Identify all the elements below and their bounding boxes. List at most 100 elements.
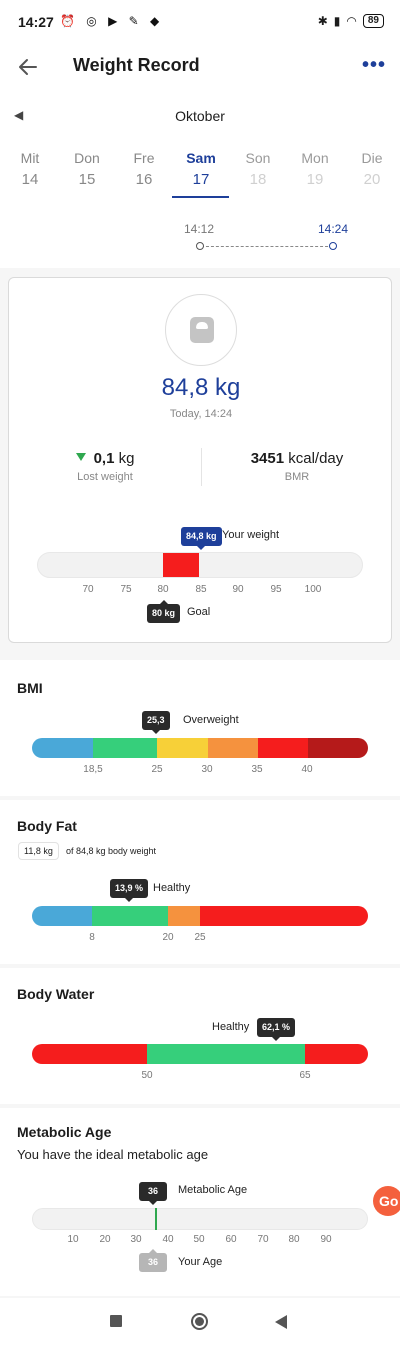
body-water-segment [305,1044,368,1064]
goal-tag: 80 kg [147,600,181,623]
day-name: Sam [186,150,216,166]
day-item-selected[interactable]: Sam 17 [171,150,231,188]
body-water-status: Healthy [212,1021,250,1033]
body-fat-tick-label: 25 [194,932,206,943]
body-fat-section: Body Fat 11,8 kg of 84,8 kg body weight … [0,800,400,964]
metabolic-age-tick-label: 70 [257,1234,269,1245]
measurement-time-selected[interactable]: 14:24 [318,222,348,236]
body-fat-scale-bar [32,906,368,926]
day-item[interactable]: Die 20 [342,150,400,188]
bmi-value-tag: 25,3 [142,711,170,734]
metabolic-age-track [32,1208,368,1230]
battery-icon: 89 [362,14,384,28]
weight-value: 84,8 kg [9,374,393,402]
body-water-value-tag: 62,1 % [257,1018,296,1041]
back-button[interactable] [14,54,44,80]
status-bar: 14:27 ⏰ ◎ ▶ ✎ ◆ ✱ ▮ ◠ 89 [0,0,400,44]
measurement-time[interactable]: 14:12 [184,222,214,236]
goal-label: Goal [187,606,211,618]
day-item[interactable]: Mon 19 [285,150,345,188]
body-water-value: 62,1 % [262,1022,291,1032]
day-item[interactable]: Son 18 [228,150,288,188]
app-badge-icon: Go [379,1193,399,1209]
signal-icon: ▮ [333,14,341,28]
weight-tick-label: 100 [304,584,322,595]
metabolic-age-tick-label: 60 [225,1234,237,1245]
tag-pointer [197,546,206,550]
bluetooth-icon: ✱ [317,14,328,28]
body-fat-status: Healthy [153,882,191,894]
day-item[interactable]: Mit 14 [0,150,60,188]
month-label: Oktober [175,108,225,124]
weight-tick-label: 75 [120,584,132,595]
weight-timestamp: Today, 14:24 [169,408,233,420]
weight-card: 84,8 kg Today, 14:24 0,1 kg Lost weight … [8,277,392,643]
back-nav-button[interactable] [275,1315,287,1329]
metabolic-age-tick-label: 20 [99,1234,111,1245]
weight-number: 84,8 [161,374,209,401]
bmi-tick-label: 35 [251,764,263,775]
lost-weight-value: 0,1 [93,450,115,467]
lost-weight-stat: 0,1 kg Lost weight [9,450,201,483]
system-icons: ✱ ▮ ◠ 89 [318,14,384,28]
weight-gauge-highlight [163,553,199,577]
home-button[interactable] [191,1313,208,1330]
your-age-label: Your Age [178,1256,223,1268]
previous-month-button[interactable]: ◀ [14,108,23,122]
timeline-line [201,246,333,247]
body-water-section: Body Water Healthy 62,1 % 50 65 [0,968,400,1104]
day-date: 17 [192,171,210,188]
metabolic-age-tick-label: 10 [67,1234,79,1245]
body-water-segment [147,1044,305,1064]
status-time: 14:27 [18,14,54,30]
floating-action-button[interactable]: Go [373,1186,400,1216]
selected-day-indicator [172,196,229,198]
app-header: Weight Record ••• [0,44,400,92]
wifi-icon: ◠ [346,14,357,28]
body-fat-mass-chip: 11,8 kg [18,842,59,860]
day-name: Die [361,150,383,166]
metabolic-age-tick-label: 50 [193,1234,205,1245]
metabolic-age-title: Metabolic Age [17,1124,112,1140]
scale-icon-circle [165,294,237,366]
day-name: Mit [20,150,40,166]
tag-pointer [149,1249,157,1253]
day-name: Don [74,150,100,166]
tag-pointer [159,600,168,604]
metabolic-age-tick-label: 40 [162,1234,174,1245]
body-water-scale-bar [32,1044,368,1064]
bmi-value: 25,3 [147,715,165,725]
metabolic-age-label: Metabolic Age [178,1184,248,1196]
weight-gauge-track [37,552,363,578]
bmi-segment [32,738,93,758]
day-date: 15 [78,171,96,188]
day-item[interactable]: Don 15 [57,150,117,188]
body-fat-segment [168,906,200,926]
bmi-tick-label: 25 [151,764,163,775]
metabolic-age-subtitle: You have the ideal metabolic age [17,1147,209,1162]
bmr-value: 3451 [250,450,285,467]
day-date: 16 [135,171,153,188]
recents-button[interactable] [110,1315,122,1327]
body-water-segment [32,1044,147,1064]
body-fat-segment [200,906,368,926]
system-nav-bar [0,1298,400,1346]
bmi-segment [258,738,308,758]
your-weight-tag-text: 84,8 kg [186,531,217,541]
scale-icon [190,317,214,343]
metabolic-age-tick-label: 90 [320,1234,332,1245]
measurement-dot[interactable] [196,242,204,250]
body-fat-value-tag: 13,9 % [110,879,149,902]
weight-tick-label: 85 [195,584,207,595]
body-fat-tick-label: 20 [162,932,174,943]
weight-tick-label: 90 [232,584,244,595]
more-options-button[interactable]: ••• [362,54,386,77]
body-fat-mass-caption: of 84,8 kg body weight [66,846,157,856]
day-name: Mon [301,150,329,166]
body-fat-segment [32,906,92,926]
day-item[interactable]: Fre 16 [114,150,174,188]
weight-tick-label: 95 [270,584,282,595]
weight-unit: kg [215,374,241,401]
page-title: Weight Record [73,55,200,75]
measurement-dot-selected[interactable] [329,242,337,250]
